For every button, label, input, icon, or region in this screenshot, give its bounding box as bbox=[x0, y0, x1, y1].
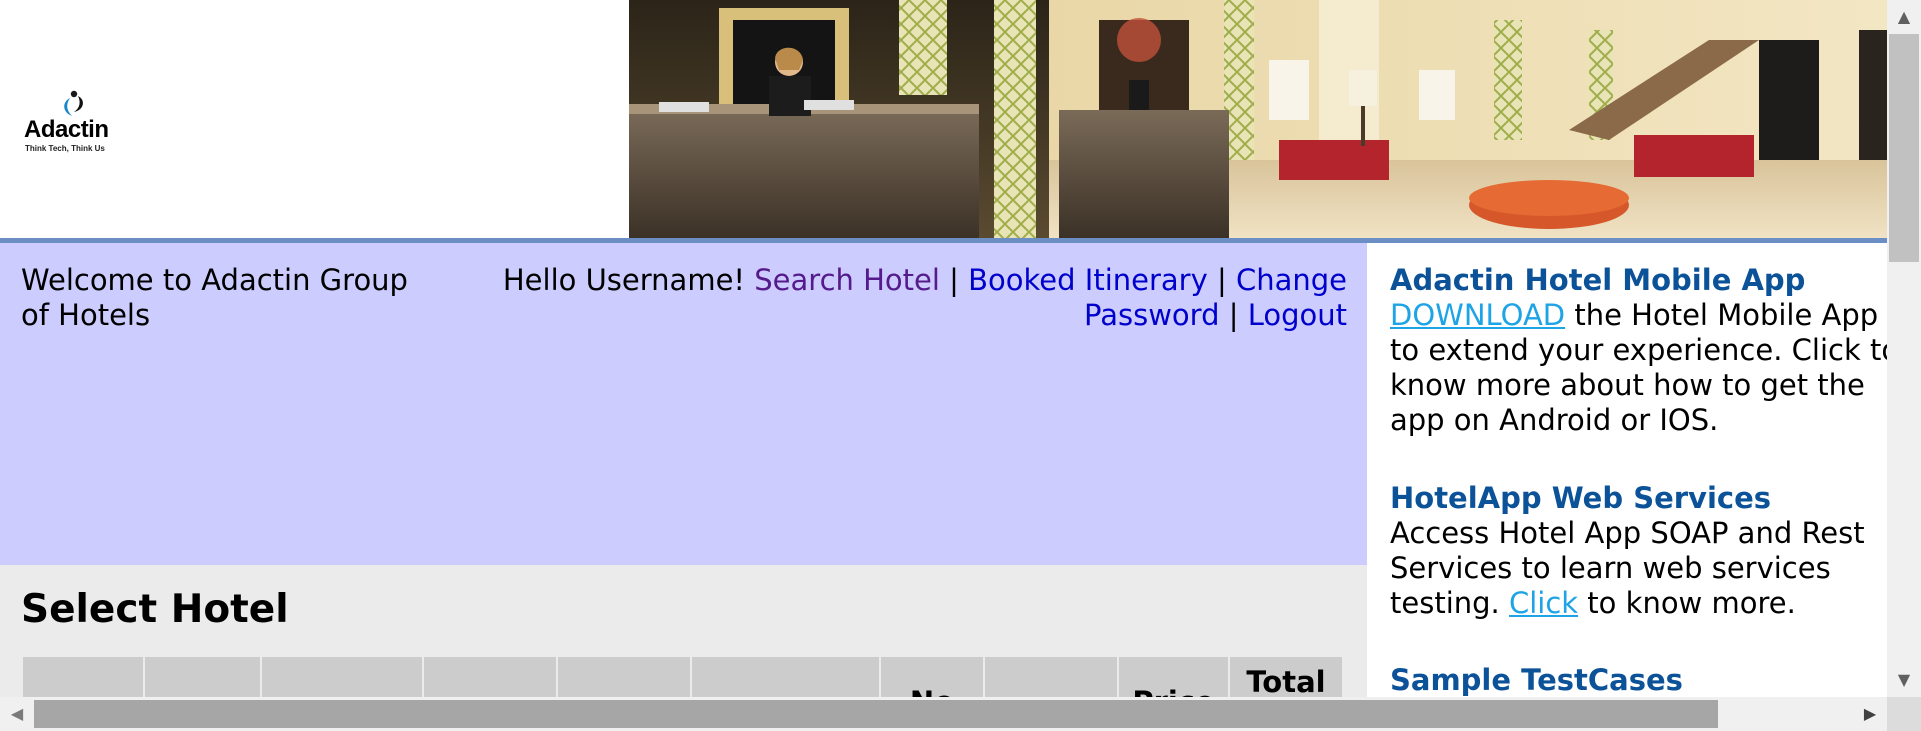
web-services-title: HotelApp Web Services bbox=[1390, 481, 1772, 515]
adactin-logo[interactable]: Adactin Think Tech, Think Us bbox=[24, 88, 134, 153]
column-header-price: Price bbox=[1119, 657, 1228, 697]
info-sidebar: Adactin Hotel Mobile App DOWNLOAD the Ho… bbox=[1367, 243, 1887, 697]
column-header bbox=[424, 657, 556, 697]
column-header bbox=[145, 657, 260, 697]
select-hotel-panel: Select Hotel No Price Total bbox=[0, 565, 1367, 697]
horizontal-scrollbar[interactable]: ◀ ▶ bbox=[0, 697, 1887, 731]
column-header bbox=[558, 657, 690, 697]
vertical-scroll-thumb[interactable] bbox=[1889, 34, 1919, 262]
top-navigation: Hello Username! Search Hotel | Booked It… bbox=[470, 263, 1347, 333]
search-hotel-link[interactable]: Search Hotel bbox=[754, 263, 940, 297]
hotel-results-table: No Price Total bbox=[21, 655, 1344, 697]
mobile-app-section: Adactin Hotel Mobile App DOWNLOAD the Ho… bbox=[1390, 263, 1887, 438]
page-viewport: Adactin Think Tech, Think Us Welcome to … bbox=[0, 0, 1887, 697]
web-services-link[interactable]: Click bbox=[1509, 586, 1578, 620]
column-header-total: Total bbox=[1230, 657, 1342, 697]
logo-name: Adactin bbox=[24, 116, 109, 143]
scrollbar-corner bbox=[1887, 697, 1921, 731]
web-services-section: HotelApp Web Services Access Hotel App S… bbox=[1390, 481, 1887, 621]
page-title: Select Hotel bbox=[21, 587, 289, 632]
logo-tagline: Think Tech, Think Us bbox=[25, 144, 105, 153]
testcases-title[interactable]: Sample TestCases bbox=[1390, 663, 1887, 697]
scroll-right-arrow-icon[interactable]: ▶ bbox=[1853, 697, 1887, 731]
scroll-up-arrow-icon[interactable]: ▲ bbox=[1887, 0, 1921, 34]
mobile-app-title: Adactin Hotel Mobile App bbox=[1390, 263, 1806, 297]
greeting-text: Hello Username! bbox=[502, 263, 746, 297]
logout-link[interactable]: Logout bbox=[1248, 298, 1347, 332]
welcome-panel: Welcome to Adactin Group of Hotels Hello… bbox=[0, 243, 1367, 565]
hotel-lobby-banner bbox=[629, 0, 1887, 238]
column-header bbox=[23, 657, 143, 697]
hotel-lobby-image bbox=[629, 0, 1887, 238]
column-header bbox=[692, 657, 879, 697]
column-header bbox=[985, 657, 1117, 697]
booked-itinerary-link[interactable]: Booked Itinerary bbox=[968, 263, 1208, 297]
vertical-scrollbar[interactable]: ▲ ▼ bbox=[1887, 0, 1921, 697]
download-link[interactable]: DOWNLOAD bbox=[1390, 298, 1565, 332]
nav-separator: | bbox=[949, 263, 959, 297]
web-services-description-end: to know more. bbox=[1578, 586, 1796, 620]
scroll-left-arrow-icon[interactable]: ◀ bbox=[0, 697, 34, 731]
scroll-down-arrow-icon[interactable]: ▼ bbox=[1887, 663, 1921, 697]
nav-separator: | bbox=[1228, 298, 1239, 332]
testcases-section: Sample TestCases bbox=[1390, 663, 1887, 697]
horizontal-scroll-thumb[interactable] bbox=[34, 700, 1718, 728]
welcome-message: Welcome to Adactin Group of Hotels bbox=[21, 263, 408, 332]
column-header-no: No bbox=[881, 657, 983, 697]
column-header bbox=[262, 657, 422, 697]
table-header-row: No Price Total bbox=[23, 657, 1342, 697]
nav-separator: | bbox=[1216, 263, 1227, 297]
